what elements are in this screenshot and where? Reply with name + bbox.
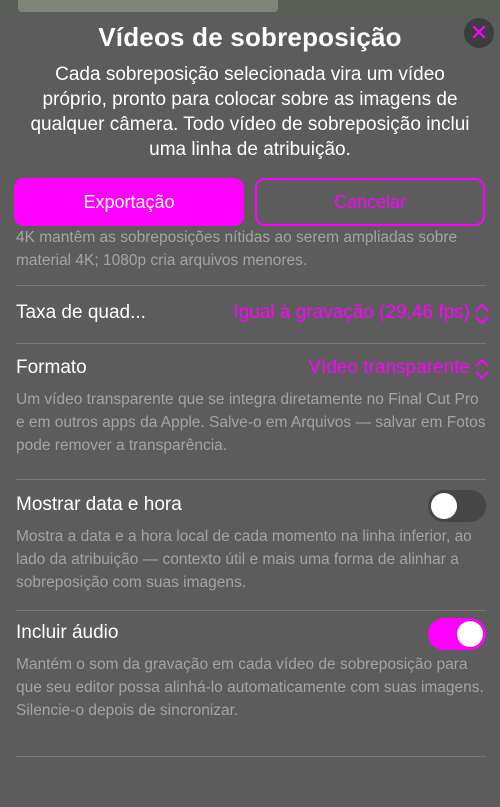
divider bbox=[16, 479, 486, 480]
toggle-knob bbox=[431, 493, 457, 519]
toggle-knob bbox=[457, 621, 483, 647]
sheet-title: Vídeos de sobreposição bbox=[98, 22, 402, 52]
chevron-up-down-svg bbox=[475, 358, 489, 380]
overlay-videos-sheet: ✕ Vídeos de sobreposição Cada sobreposiç… bbox=[0, 14, 500, 807]
format-label: Formato bbox=[16, 357, 87, 378]
resolution-description: 4K mantêm as sobreposições nítidas ao se… bbox=[16, 230, 458, 269]
divider bbox=[16, 285, 486, 286]
divider bbox=[16, 343, 486, 344]
include-audio-toggle[interactable] bbox=[428, 618, 486, 650]
settings-list[interactable]: 4K mantêm as sobreposições nítidas ao se… bbox=[0, 230, 500, 807]
show-datetime-toggle[interactable] bbox=[428, 490, 486, 522]
export-button[interactable]: Exportação bbox=[14, 178, 244, 226]
sheet-subtitle: Cada sobreposição selecionada vira um ví… bbox=[30, 64, 470, 160]
format-description: Um vídeo transparente que se integra dir… bbox=[16, 391, 486, 454]
frame-rate-picker[interactable]: Igual à gravação (29,46 fps) bbox=[233, 302, 470, 324]
action-buttons: Exportação Cancelar bbox=[14, 178, 486, 228]
cancel-button[interactable]: Cancelar bbox=[255, 178, 485, 226]
include-audio-description: Mantém o som da gravação em cada vídeo d… bbox=[16, 656, 484, 719]
divider bbox=[16, 610, 486, 611]
background-thumbnail bbox=[18, 0, 278, 12]
chevron-up-down-svg bbox=[475, 303, 489, 325]
show-datetime-label: Mostrar data e hora bbox=[16, 494, 182, 515]
show-datetime-description: Mostra a data e a hora local de cada mom… bbox=[16, 528, 472, 591]
format-picker[interactable]: Vídeo transparente bbox=[308, 357, 470, 379]
chevron-up-down-icon[interactable] bbox=[474, 357, 490, 381]
chevron-up-down-icon[interactable] bbox=[474, 302, 490, 326]
divider bbox=[16, 756, 486, 757]
frame-rate-label: Taxa de quad... bbox=[16, 302, 146, 323]
include-audio-label: Incluir áudio bbox=[16, 622, 119, 643]
